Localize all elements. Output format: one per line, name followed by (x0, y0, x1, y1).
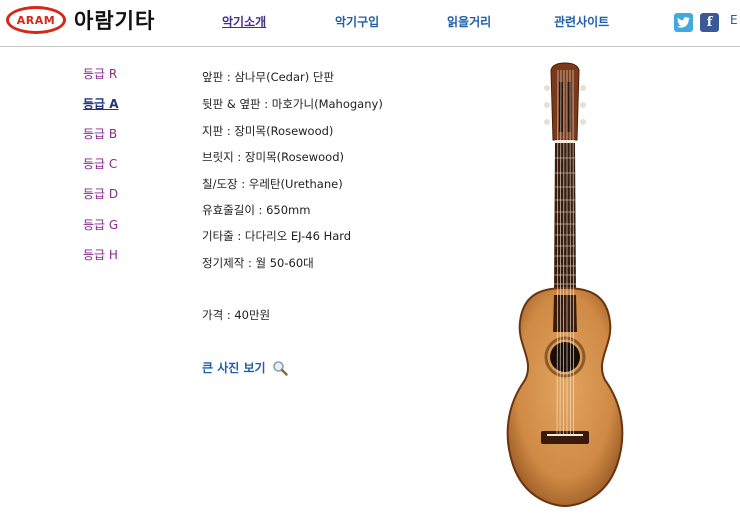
header-edge-text: E (730, 13, 738, 27)
nav-reading[interactable]: 읽을거리 (447, 13, 491, 30)
sidebar-item-grade-d[interactable]: 등급 D (83, 185, 118, 202)
spec-scale-length: 유효줄길이 : 650mm (202, 203, 311, 217)
nav-related-sites[interactable]: 관련사이트 (554, 13, 609, 30)
sidebar-item-grade-g[interactable]: 등급 G (83, 216, 118, 233)
facebook-icon[interactable]: f (700, 13, 719, 32)
guitar-image (506, 62, 624, 508)
twitter-icon[interactable] (674, 13, 693, 32)
magnifier-icon (272, 360, 288, 376)
spec-fingerboard: 지판 : 장미목(Rosewood) (202, 124, 334, 138)
sidebar-item-grade-a[interactable]: 등급 A (83, 95, 119, 112)
logo-text: 아람기타 (74, 9, 156, 33)
sidebar-item-grade-r[interactable]: 등급 R (83, 65, 117, 82)
spec-strings: 기타줄 : 다다리오 EJ-46 Hard (202, 229, 352, 243)
sidebar-item-grade-c[interactable]: 등급 C (83, 155, 117, 172)
sidebar-item-grade-b[interactable]: 등급 B (83, 125, 117, 142)
site-logo[interactable]: ARAM 아람기타 (6, 5, 155, 35)
spec-production: 정기제작 : 월 50-60대 (202, 256, 314, 270)
nav-instrument-intro[interactable]: 악기소개 (222, 13, 266, 30)
site-header: ARAM 아람기타 악기소개 악기구입 읽을거리 관련사이트 f E (0, 0, 740, 47)
spec-price: 가격 : 40만원 (202, 308, 271, 322)
facebook-glyph: f (706, 15, 713, 30)
logo-badge-text: ARAM (16, 13, 56, 27)
view-large-photo-label: 큰 사진 보기 (202, 361, 266, 375)
nav-instrument-purchase[interactable]: 악기구입 (335, 13, 379, 30)
spec-finish: 칠/도장 : 우레탄(Urethane) (202, 177, 343, 191)
sidebar-item-grade-h[interactable]: 등급 H (83, 246, 118, 263)
view-large-photo-link[interactable]: 큰 사진 보기 (202, 359, 288, 376)
spec-back-sides: 뒷판 & 옆판 : 마호가니(Mahogany) (202, 97, 383, 111)
aram-logo-badge: ARAM (6, 6, 66, 34)
spec-top: 앞판 : 삼나무(Cedar) 단판 (202, 70, 335, 84)
spec-bridge: 브릿지 : 장미목(Rosewood) (202, 150, 344, 164)
